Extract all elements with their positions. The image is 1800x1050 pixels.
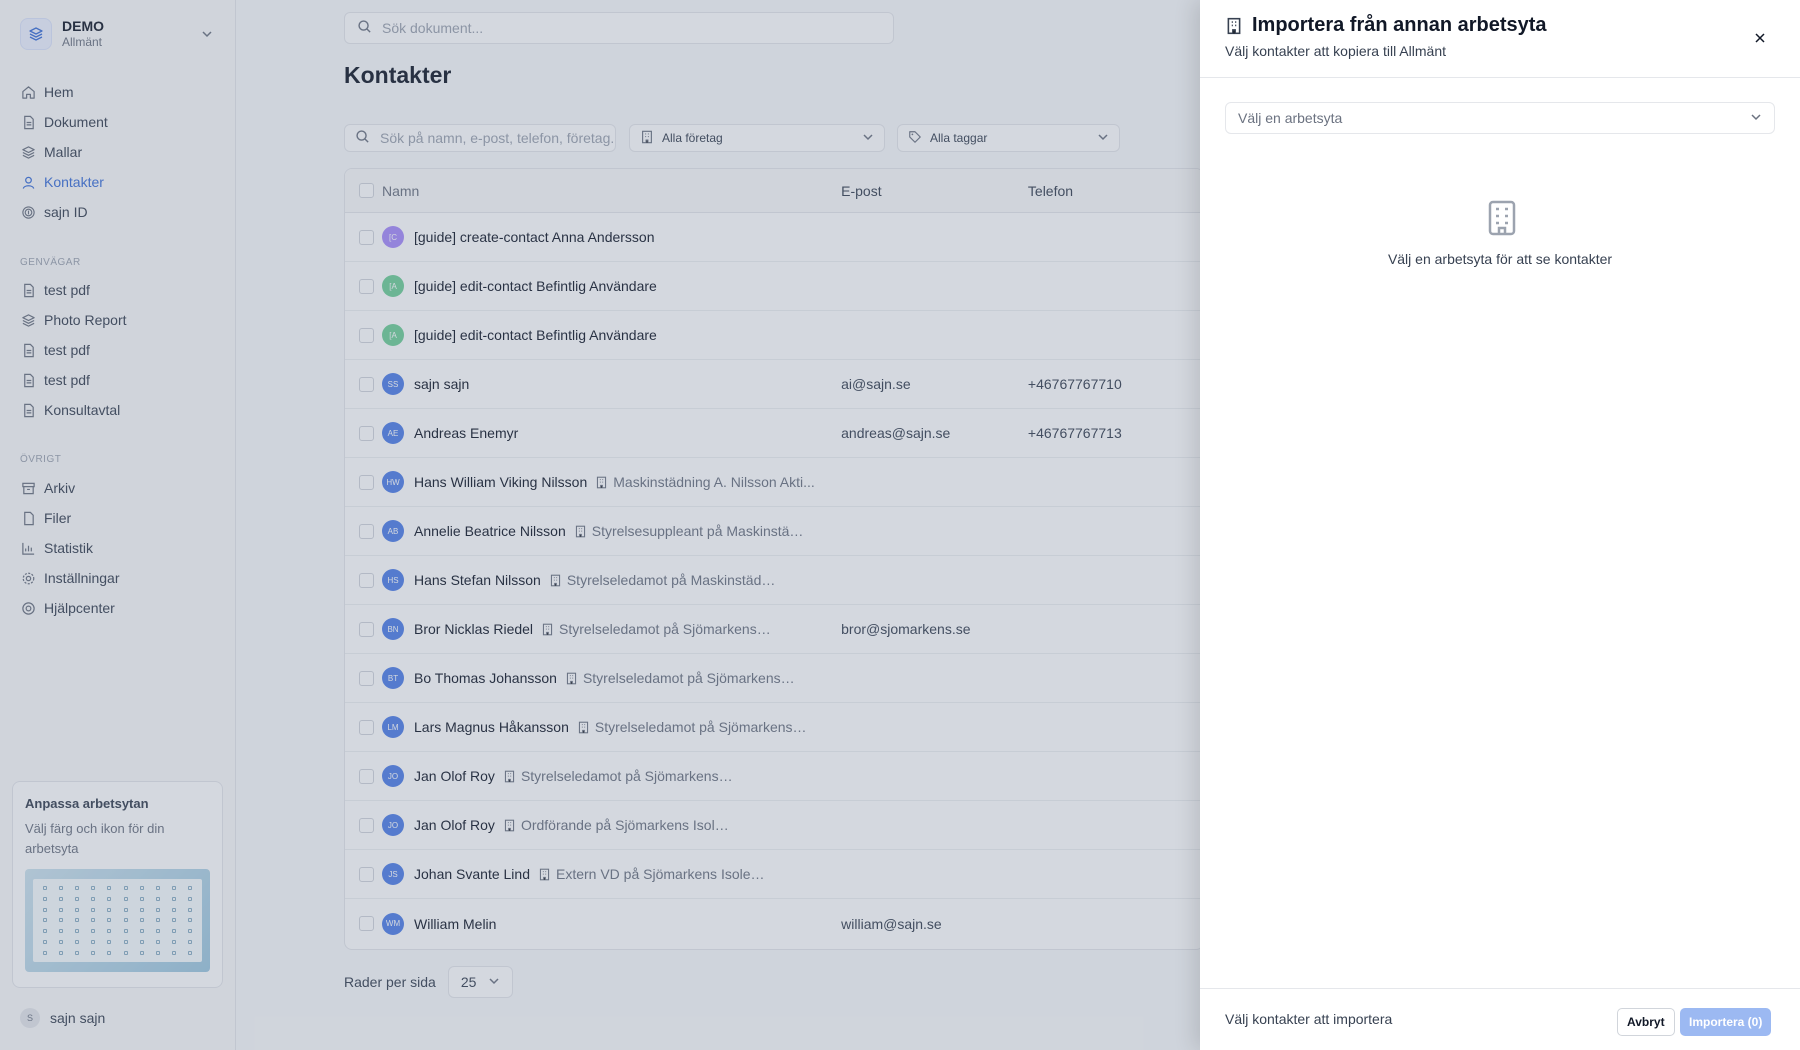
- import-button[interactable]: Importera (0): [1680, 1008, 1772, 1036]
- empty-state-text: Välj en arbetsyta för att se kontakter: [1387, 251, 1613, 267]
- panel-footer: Välj kontakter att importera Avbryt Impo…: [1200, 988, 1800, 1050]
- chevron-down-icon: [1750, 110, 1762, 126]
- workspace-select-placeholder: Välj en arbetsyta: [1238, 110, 1343, 126]
- panel-header: Importera från annan arbetsyta Välj kont…: [1200, 0, 1800, 78]
- building-icon: [1482, 198, 1522, 238]
- close-icon[interactable]: [1750, 28, 1770, 48]
- panel-title: Importera från annan arbetsyta: [1225, 14, 1547, 37]
- import-panel: Importera från annan arbetsyta Välj kont…: [1200, 0, 1800, 1050]
- workspace-select[interactable]: Välj en arbetsyta: [1225, 102, 1775, 134]
- panel-subtitle: Välj kontakter att kopiera till Allmänt: [1225, 43, 1446, 59]
- building-icon: [1225, 17, 1243, 35]
- panel-title-text: Importera från annan arbetsyta: [1252, 14, 1547, 36]
- cancel-button[interactable]: Avbryt: [1617, 1008, 1675, 1036]
- footer-status-text: Välj kontakter att importera: [1225, 1011, 1393, 1027]
